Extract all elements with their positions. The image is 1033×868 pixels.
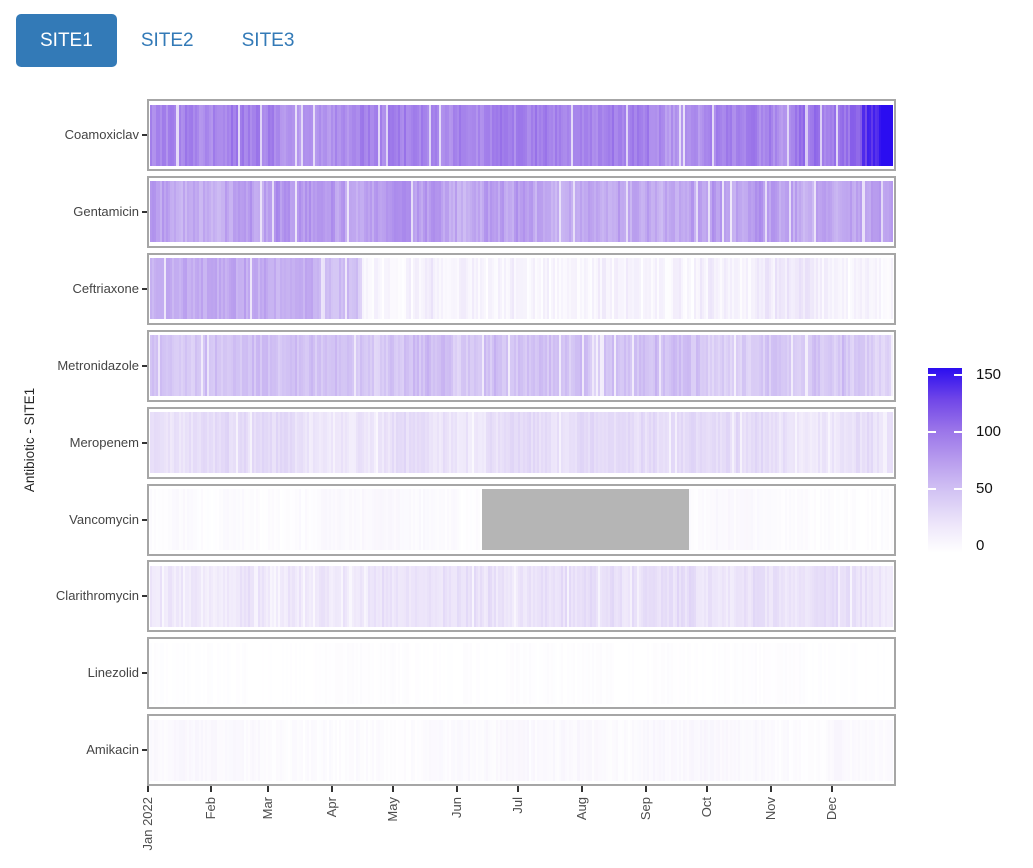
x-axis-tick xyxy=(770,786,772,792)
heatmap-strip xyxy=(150,489,893,550)
x-axis-label: Dec xyxy=(825,797,839,868)
row-label-gentamicin: Gentamicin xyxy=(0,204,139,220)
x-axis-label: Feb xyxy=(204,797,218,868)
x-axis-tick xyxy=(147,786,149,792)
heatmap-tile xyxy=(891,489,893,550)
facet-panel-amikacin xyxy=(147,714,896,786)
facet-panel-vancomycin xyxy=(147,484,896,556)
x-axis-label: Nov xyxy=(764,797,778,868)
heatmap-tile xyxy=(891,643,893,704)
heatmap-strip xyxy=(150,181,893,242)
heatmap-tile xyxy=(891,566,893,627)
facet-panel-gentamicin xyxy=(147,176,896,248)
facet-panel-metronidazole xyxy=(147,330,896,402)
facet-panel-meropenem xyxy=(147,407,896,479)
heatmap-strip xyxy=(150,720,893,781)
x-axis-label: Jun xyxy=(450,797,464,868)
facet-panel-clarithromycin xyxy=(147,560,896,632)
x-axis-tick xyxy=(267,786,269,792)
row-label-clarithromycin: Clarithromycin xyxy=(0,588,139,604)
heatmap-tile xyxy=(891,181,893,242)
row-label-linezolid: Linezolid xyxy=(0,665,139,681)
facet-panel-ceftriaxone xyxy=(147,253,896,325)
colorbar-tick-label: 0 xyxy=(976,538,984,554)
x-axis-tick xyxy=(517,786,519,792)
x-axis-label: Oct xyxy=(700,797,714,868)
colorbar-tick xyxy=(928,488,936,490)
colorbar-tick xyxy=(954,431,962,433)
colorbar-tick xyxy=(928,431,936,433)
heatmap-strip xyxy=(150,566,893,627)
x-axis-tick xyxy=(456,786,458,792)
heatmap-tile xyxy=(891,258,893,319)
heatmap-strip xyxy=(150,643,893,704)
facet-panel-coamoxiclav xyxy=(147,99,896,171)
site-tab-bar: SITE1 SITE2 SITE3 xyxy=(16,14,318,67)
missing-data-block xyxy=(482,489,690,550)
row-label-ceftriaxone: Ceftriaxone xyxy=(0,281,139,297)
x-axis-tick xyxy=(210,786,212,792)
heatmap-tile xyxy=(891,335,893,396)
heatmap-tile xyxy=(891,105,893,166)
x-axis-label: Aug xyxy=(575,797,589,868)
app-page: SITE1 SITE2 SITE3 Antibiotic - SITE1 Coa… xyxy=(0,0,1033,868)
row-label-meropenem: Meropenem xyxy=(0,435,139,451)
x-axis-tick xyxy=(581,786,583,792)
heatmap-strip xyxy=(150,258,893,319)
x-axis-label: Mar xyxy=(261,797,275,868)
row-label-coamoxiclav: Coamoxiclav xyxy=(0,127,139,143)
heatmap-tile xyxy=(891,720,893,781)
facet-panel-linezolid xyxy=(147,637,896,709)
tab-site3[interactable]: SITE3 xyxy=(218,14,319,67)
colorbar-tick-label: 100 xyxy=(976,424,1001,440)
x-axis-tick xyxy=(831,786,833,792)
heatmap-strip xyxy=(150,335,893,396)
row-label-vancomycin: Vancomycin xyxy=(0,512,139,528)
row-label-metronidazole: Metronidazole xyxy=(0,358,139,374)
x-axis-tick xyxy=(392,786,394,792)
colorbar-tick-label: 150 xyxy=(976,367,1001,383)
x-axis-label: May xyxy=(386,797,400,868)
heatmap-strip xyxy=(150,105,893,166)
x-axis-label: Sep xyxy=(639,797,653,868)
x-axis-tick xyxy=(645,786,647,792)
x-axis-label: Apr xyxy=(325,797,339,868)
colorbar-legend xyxy=(928,368,962,553)
x-axis-tick xyxy=(706,786,708,792)
colorbar-tick xyxy=(928,374,936,376)
x-axis-tick xyxy=(331,786,333,792)
colorbar-tick xyxy=(954,374,962,376)
tab-site1[interactable]: SITE1 xyxy=(16,14,117,67)
colorbar-tick xyxy=(954,488,962,490)
colorbar-tick-label: 50 xyxy=(976,481,993,497)
tab-site2[interactable]: SITE2 xyxy=(117,14,218,67)
heatmap-strip xyxy=(150,412,893,473)
x-axis-label: Jul xyxy=(511,797,525,868)
heatmap-tile xyxy=(891,412,893,473)
x-axis-label: Jan 2022 xyxy=(141,797,155,868)
row-label-amikacin: Amikacin xyxy=(0,742,139,758)
